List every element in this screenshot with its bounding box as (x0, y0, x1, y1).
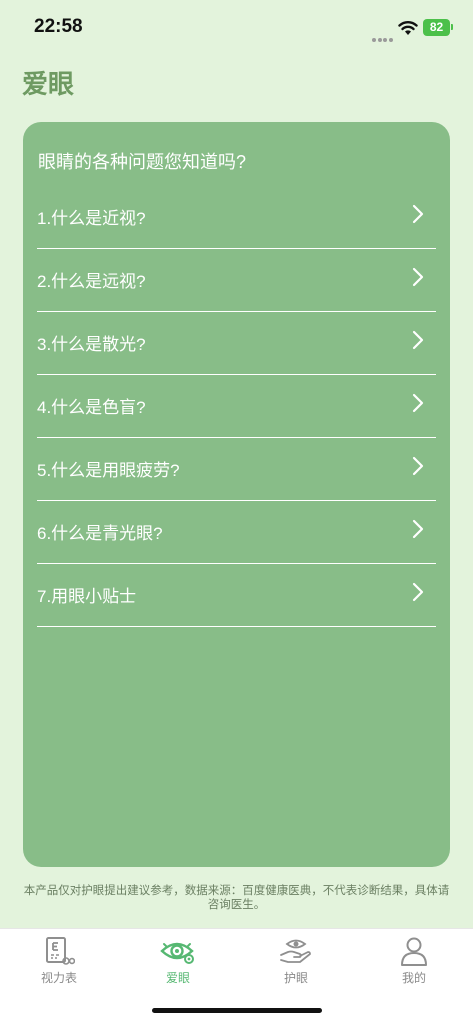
home-indicator[interactable] (152, 1008, 322, 1013)
tab-label: 我的 (401, 971, 426, 985)
faq-label: 7.用眼小贴士 (37, 587, 137, 606)
faq-list: 1.什么是近视? 2.什么是远视? 3.什么是散光? 4.什么是色盲? 5.什么… (37, 186, 436, 627)
faq-item-glaucoma[interactable]: 6.什么是青光眼? (37, 501, 436, 564)
faq-label: 4.什么是色盲? (37, 398, 146, 417)
chevron-right-icon (412, 330, 424, 350)
tab-label: 视力表 (40, 971, 77, 985)
faq-label: 2.什么是远视? (37, 272, 146, 291)
chevron-right-icon (412, 204, 424, 224)
tab-label: 护眼 (283, 971, 308, 985)
faq-label: 6.什么是青光眼? (37, 524, 163, 543)
chevron-right-icon (412, 393, 424, 413)
signal-icon (372, 29, 394, 42)
tab-vision-chart[interactable]: 视力表 (19, 935, 99, 995)
battery-icon: 82 (423, 19, 450, 36)
page-title: 爱眼 (22, 69, 75, 99)
faq-label: 1.什么是近视? (37, 209, 146, 228)
faq-label: 5.什么是用眼疲劳? (37, 461, 180, 480)
disclaimer: 本产品仅对护眼提出建议参考，数据来源：百度健康医典，不代表诊断结果，具体请咨询医… (23, 885, 450, 911)
eye-icon (160, 942, 194, 964)
tab-protect-eyes[interactable]: 护眼 (256, 935, 336, 995)
hand-eye-icon (280, 939, 311, 963)
tab-profile[interactable]: 我的 (374, 935, 454, 995)
faq-card: 眼睛的各种问题您知道吗? 1.什么是近视? 2.什么是远视? 3.什么是散光? … (23, 122, 450, 867)
faq-item-eye-tips[interactable]: 7.用眼小贴士 (37, 564, 436, 627)
faq-item-eye-strain[interactable]: 5.什么是用眼疲劳? (37, 438, 436, 501)
chevron-right-icon (412, 582, 424, 602)
status-time: 22:58 (34, 16, 83, 37)
battery-tip (451, 24, 453, 30)
chevron-right-icon (412, 267, 424, 287)
status-bar: 22:58 82 (0, 0, 473, 56)
wifi-icon (398, 21, 418, 35)
faq-item-astigmatism[interactable]: 3.什么是散光? (37, 312, 436, 375)
faq-item-color-blindness[interactable]: 4.什么是色盲? (37, 375, 436, 438)
tab-eye-care[interactable]: 爱眼 (138, 935, 218, 995)
eye-chart-icon (46, 937, 75, 965)
tab-label: 爱眼 (165, 971, 190, 985)
chevron-right-icon (412, 456, 424, 476)
faq-label: 3.什么是散光? (37, 335, 146, 354)
chevron-right-icon (412, 519, 424, 539)
card-title: 眼睛的各种问题您知道吗? (38, 152, 247, 172)
faq-item-myopia[interactable]: 1.什么是近视? (37, 186, 436, 249)
person-icon (401, 937, 427, 966)
faq-item-hyperopia[interactable]: 2.什么是远视? (37, 249, 436, 312)
